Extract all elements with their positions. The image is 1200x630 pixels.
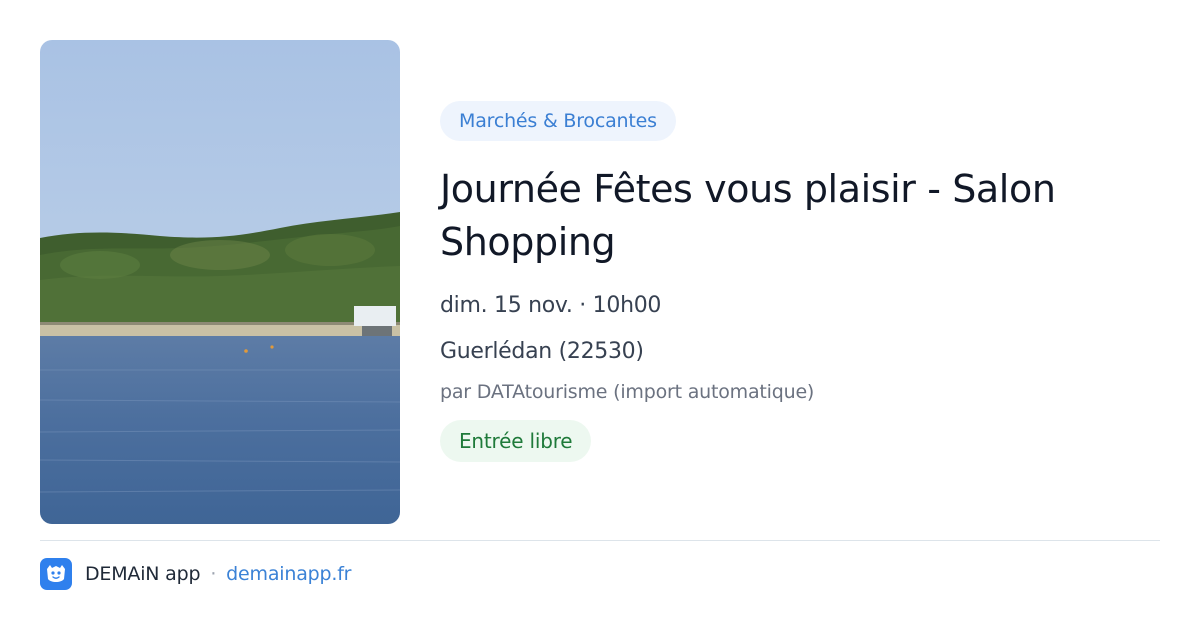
app-name: DEMAiN app xyxy=(85,563,201,585)
event-image xyxy=(40,40,400,524)
event-details: Marchés & Brocantes Journée Fêtes vous p… xyxy=(440,101,1160,462)
event-organizer: par DATAtourisme (import automatique) xyxy=(440,381,815,403)
event-title: Journée Fêtes vous plaisir - Salon Shopp… xyxy=(440,167,1056,264)
demain-app-logo-icon xyxy=(40,558,72,590)
footer-divider xyxy=(40,540,1160,541)
price-badge: Entrée libre xyxy=(440,420,592,462)
app-website-link[interactable]: demainapp.fr xyxy=(226,563,351,585)
footer-separator: · xyxy=(210,563,217,585)
event-date: dim. 15 nov. · 10h00 xyxy=(440,293,662,318)
category-badge[interactable]: Marchés & Brocantes xyxy=(440,101,676,141)
event-location: Guerlédan (22530) xyxy=(440,339,644,364)
footer: DEMAiN app · demainapp.fr xyxy=(40,558,352,590)
